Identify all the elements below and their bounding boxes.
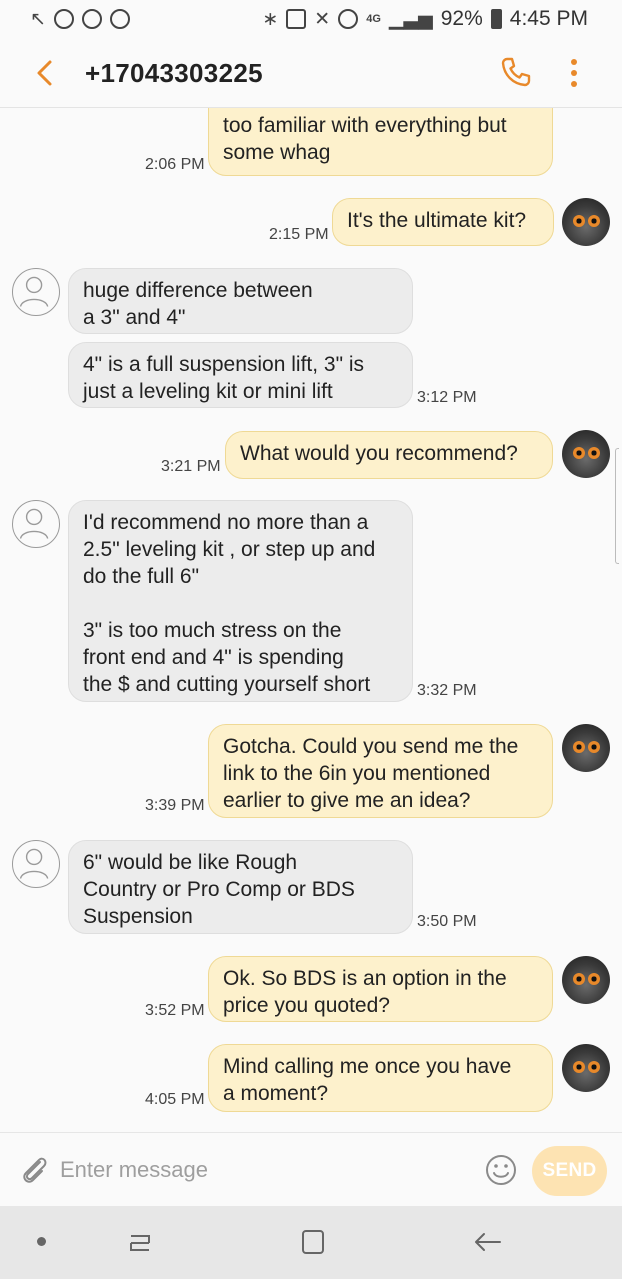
- person-icon: [19, 848, 49, 879]
- incoming-message[interactable]: 6" would be like Rough Country or Pro Co…: [68, 840, 413, 934]
- contact-avatar[interactable]: [12, 268, 60, 316]
- send-button[interactable]: SEND: [532, 1146, 607, 1196]
- incoming-message[interactable]: I'd recommend no more than a 2.5" leveli…: [68, 500, 413, 702]
- incoming-message[interactable]: 4" is a full suspension lift, 3" is just…: [68, 342, 413, 408]
- contact-avatar[interactable]: [12, 840, 60, 888]
- message-time: 3:50 PM: [417, 913, 477, 930]
- outgoing-message[interactable]: Mind calling me once you have a moment?: [208, 1044, 553, 1112]
- my-avatar: [562, 956, 610, 1004]
- bluetooth-icon: ∗: [262, 8, 279, 30]
- outgoing-message[interactable]: which 4in kit would it be? Not too famil…: [208, 108, 553, 176]
- outgoing-message[interactable]: What would you recommend?: [225, 431, 553, 479]
- message-input[interactable]: [60, 1149, 470, 1191]
- message-time: 3:52 PM: [145, 1002, 205, 1019]
- message-time: 2:06 PM: [145, 156, 205, 173]
- status-right-icons: ∗ ✕ 4G ▁▃▅ 92% 4:45 PM: [262, 7, 588, 31]
- alarm-icon: [338, 9, 359, 29]
- my-avatar: [562, 198, 610, 246]
- incoming-message[interactable]: huge difference between a 3" and 4": [68, 268, 413, 334]
- recent-apps-icon[interactable]: [125, 1226, 155, 1258]
- my-avatar: [562, 724, 610, 772]
- signal-icon: ▁▃▅: [388, 8, 433, 30]
- battery-icon: [490, 9, 502, 29]
- person-icon: [19, 276, 49, 307]
- message-time: 4:05 PM: [145, 1091, 205, 1108]
- home-icon[interactable]: [298, 1226, 328, 1258]
- message-time: 3:12 PM: [417, 389, 477, 406]
- missed-call-icon: ↖: [30, 8, 46, 30]
- message-time: 2:15 PM: [269, 226, 329, 243]
- outgoing-message[interactable]: Gotcha. Could you send me the link to th…: [208, 724, 553, 818]
- back-arrow-icon[interactable]: [30, 56, 60, 90]
- status-time: 4:45 PM: [509, 7, 588, 30]
- contact-avatar[interactable]: [12, 500, 60, 548]
- account-icon: [81, 9, 102, 29]
- person-icon: [19, 508, 49, 539]
- my-avatar: [562, 1044, 610, 1092]
- outgoing-message[interactable]: Ok. So BDS is an option in the price you…: [208, 956, 553, 1022]
- lte-icon: 4G: [366, 13, 381, 25]
- nav-back-icon[interactable]: [472, 1226, 504, 1258]
- conversation-header: +17043303225: [0, 38, 622, 108]
- battery-percent: 92%: [440, 7, 483, 30]
- message-thread[interactable]: which 4in kit would it be? Not too famil…: [0, 108, 622, 1132]
- status-left-icons: ↖: [30, 8, 130, 31]
- paperclip-icon[interactable]: [18, 1153, 50, 1187]
- nfc-icon: [286, 9, 307, 29]
- soccer-ball-icon: [109, 9, 130, 29]
- nav-dot-icon[interactable]: [37, 1237, 46, 1246]
- location-icon: [53, 9, 74, 29]
- my-avatar: [562, 430, 610, 478]
- message-time: 3:39 PM: [145, 797, 205, 814]
- contact-title: +17043303225: [85, 58, 263, 88]
- scrollbar[interactable]: [615, 448, 619, 564]
- phone-icon[interactable]: [498, 54, 534, 90]
- more-options-icon[interactable]: [566, 56, 582, 90]
- mute-icon: ✕: [314, 8, 331, 30]
- outgoing-message[interactable]: It's the ultimate kit?: [332, 198, 554, 246]
- message-time: 3:21 PM: [161, 458, 221, 475]
- message-time: 3:32 PM: [417, 682, 477, 699]
- emoji-icon[interactable]: [484, 1153, 518, 1187]
- message-composer: SEND: [0, 1132, 622, 1206]
- navigation-bar: [0, 1206, 622, 1279]
- status-bar: ↖ ∗ ✕ 4G ▁▃▅ 92% 4:45 PM: [0, 0, 622, 38]
